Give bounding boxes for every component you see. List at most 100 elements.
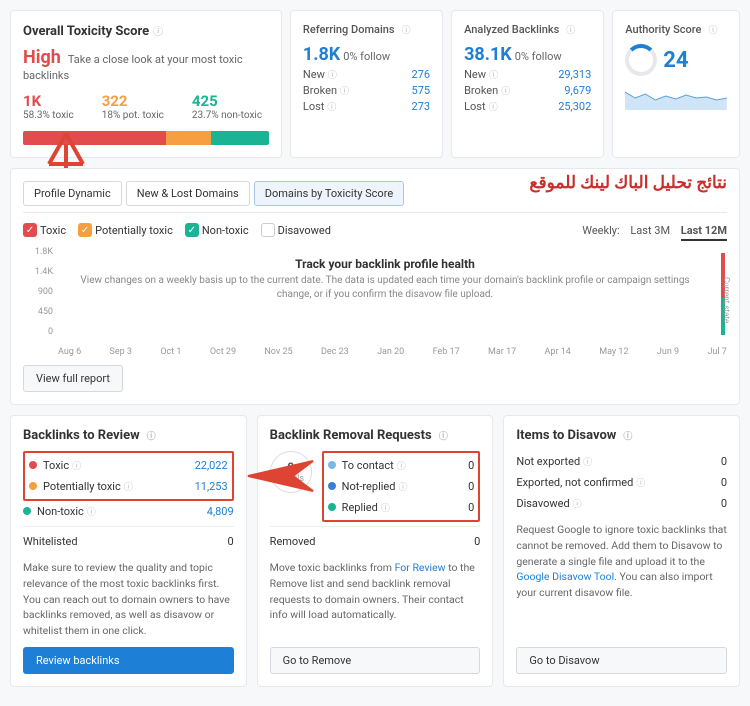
tab-new-lost-domains[interactable]: New & Lost Domains: [126, 181, 250, 206]
review-toxic-label: Toxic: [43, 459, 69, 472]
review-desc: Make sure to review the quality and topi…: [23, 560, 234, 639]
info-icon[interactable]: [121, 480, 133, 493]
go-to-disavow-button[interactable]: Go to Disavow: [516, 647, 727, 674]
info-icon[interactable]: [153, 23, 163, 39]
info-icon[interactable]: [378, 501, 390, 514]
info-icon[interactable]: [395, 480, 407, 493]
review-whitelisted-count: 0: [227, 535, 233, 548]
review-backlinks-button[interactable]: Review backlinks: [23, 647, 234, 674]
ref-new[interactable]: 276: [412, 68, 431, 81]
annotation-box-2: To contact0 Not-replied0 Replied0: [322, 451, 481, 522]
weekly-label: Weekly:: [582, 224, 619, 237]
anal-title: Analyzed Backlinks: [464, 23, 559, 36]
info-icon[interactable]: [337, 84, 349, 97]
toxicity-level: High: [23, 47, 61, 68]
emails-count: 0 emails: [270, 451, 312, 493]
disavow-exp-count: 0: [721, 476, 727, 489]
ref-broken[interactable]: 575: [412, 84, 431, 97]
go-to-remove-button[interactable]: Go to Remove: [270, 647, 481, 674]
referring-domains-card: Referring Domains 1.8K 0% follow New276 …: [290, 10, 443, 158]
info-icon[interactable]: [84, 505, 96, 518]
anal-broken[interactable]: 9,679: [564, 84, 591, 97]
toxicity-bar: [23, 131, 269, 145]
toxicity-metrics: 1K58.3% toxic 32218% pot. toxic 42523.7%…: [23, 92, 269, 121]
info-icon[interactable]: [69, 459, 81, 472]
chart-area: 1.8K1.4K9004500 Track your backlink prof…: [23, 247, 727, 357]
range-3m[interactable]: Last 3M: [630, 224, 670, 237]
auth-score: 24: [663, 48, 688, 73]
nontoxic-pct: 23.7% non-toxic: [192, 110, 262, 121]
anal-new[interactable]: 29,313: [558, 68, 591, 81]
anal-big[interactable]: 38.1K: [464, 44, 512, 65]
removal-contact-label: To contact: [342, 459, 394, 472]
review-pot-count[interactable]: 11,253: [195, 480, 228, 493]
view-full-report-button[interactable]: View full report: [23, 365, 123, 392]
toxic-pct: 58.3% toxic: [23, 110, 74, 121]
toxic-count: 1K: [23, 92, 74, 110]
info-icon[interactable]: [486, 100, 498, 113]
disavow-dis-label: Disavowed: [516, 497, 569, 510]
items-to-disavow-card: Items to Disavow Not exported0 Exported,…: [503, 415, 740, 687]
authority-sparkline: [625, 82, 727, 110]
info-icon[interactable]: [570, 497, 582, 510]
tab-profile-dynamic[interactable]: Profile Dynamic: [23, 181, 122, 206]
anal-follow: 0% follow: [515, 50, 562, 63]
info-icon[interactable]: [563, 23, 575, 36]
info-icon[interactable]: [324, 100, 336, 113]
removal-removed-label: Removed: [270, 535, 316, 548]
info-icon[interactable]: [580, 455, 592, 468]
arabic-annotation: نتائج تحليل الباك لينك للموقع: [529, 173, 727, 193]
info-icon[interactable]: [144, 428, 156, 443]
legend-potentially-toxic[interactable]: ✓Potentially toxic: [78, 223, 173, 237]
removal-replied-count: 0: [468, 501, 474, 514]
toxicity-level-row: High Take a close look at your most toxi…: [23, 47, 269, 82]
auth-title: Authority Score: [625, 23, 701, 36]
disavow-notexp-count: 0: [721, 455, 727, 468]
nontoxic-count: 425: [192, 92, 262, 110]
removal-removed-count: 0: [474, 535, 480, 548]
authority-score-card: Authority Score 24: [612, 10, 740, 158]
y-axis: 1.8K1.4K9004500: [23, 247, 53, 337]
info-icon[interactable]: [325, 68, 337, 81]
tab-domains-by-toxicity[interactable]: Domains by Toxicity Score: [254, 181, 404, 206]
ref-big[interactable]: 1.8K: [303, 44, 340, 65]
legend-non-toxic[interactable]: ✓Non-toxic: [185, 223, 249, 237]
removal-notreplied-count: 0: [468, 480, 474, 493]
ref-lost[interactable]: 273: [412, 100, 431, 113]
legend-row: ✓Toxic ✓Potentially toxic ✓Non-toxic Dis…: [23, 223, 727, 237]
removal-contact-count: 0: [468, 459, 474, 472]
removal-title: Backlink Removal Requests: [270, 428, 432, 443]
chart-empty-message: Track your backlink profile health View …: [63, 257, 707, 302]
profile-chart-card: نتائج تحليل الباك لينك للموقع Profile Dy…: [10, 168, 740, 405]
removal-desc: Move toxic backlinks from For Review to …: [270, 560, 481, 639]
ref-title: Referring Domains: [303, 23, 395, 36]
info-icon[interactable]: [705, 23, 717, 36]
legend-toxic[interactable]: ✓Toxic: [23, 223, 66, 237]
annotation-box-1: Toxic 22,022 Potentially toxic 11,253: [23, 451, 234, 501]
review-whitelisted-label: Whitelisted: [23, 535, 78, 548]
review-non-count[interactable]: 4,809: [207, 505, 234, 518]
info-icon[interactable]: [436, 428, 448, 443]
toxicity-score-card: Overall Toxicity Score High Take a close…: [10, 10, 282, 158]
for-review-link[interactable]: For Review: [395, 561, 446, 574]
info-icon[interactable]: [486, 68, 498, 81]
disavow-title: Items to Disavow: [516, 428, 616, 443]
range-12m[interactable]: Last 12M: [681, 224, 727, 241]
authority-donut-icon: [625, 44, 657, 76]
legend-disavowed[interactable]: Disavowed: [261, 223, 331, 237]
anal-lost[interactable]: 25,302: [558, 100, 591, 113]
info-icon[interactable]: [633, 476, 645, 489]
removal-requests-card: Backlink Removal Requests 0 emails To co…: [257, 415, 494, 687]
current-state-label: Current state: [722, 277, 731, 323]
info-icon[interactable]: [620, 428, 632, 443]
info-icon[interactable]: [498, 84, 510, 97]
review-pot-label: Potentially toxic: [43, 480, 121, 493]
ref-follow: 0% follow: [343, 50, 390, 63]
google-disavow-link[interactable]: Google Disavow Tool: [516, 570, 614, 583]
info-icon[interactable]: [399, 23, 411, 36]
review-toxic-count[interactable]: 22,022: [195, 459, 228, 472]
disavow-notexp-label: Not exported: [516, 455, 580, 468]
pot-toxic-pct: 18% pot. toxic: [102, 110, 164, 121]
info-icon[interactable]: [394, 459, 406, 472]
backlinks-to-review-card: Backlinks to Review Toxic22,022 Potentia…: [10, 415, 247, 687]
